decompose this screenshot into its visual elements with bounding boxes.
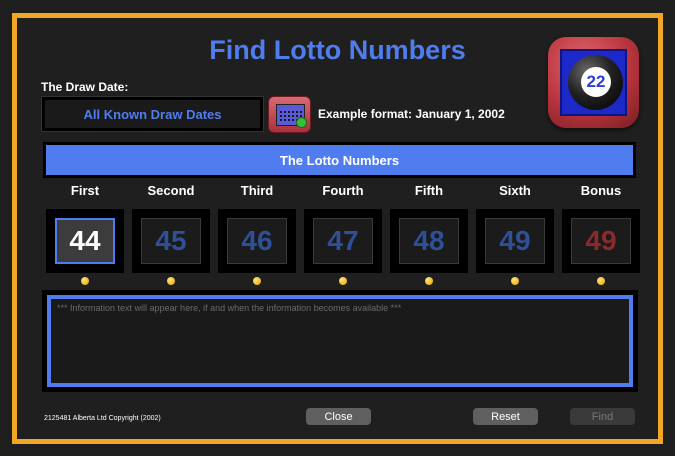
find-button[interactable]: Find	[570, 408, 635, 425]
reset-button[interactable]: Reset	[473, 408, 538, 425]
indicator-dot	[597, 277, 605, 285]
column-label: Second	[147, 183, 195, 198]
number-value: 46	[227, 218, 287, 264]
draw-date-label: The Draw Date:	[41, 80, 129, 94]
number-column-second: Second 45	[132, 183, 210, 285]
number-box[interactable]: 44	[46, 209, 124, 273]
number-value: 44	[55, 218, 115, 264]
indicator-dot	[81, 277, 89, 285]
indicator-dot	[425, 277, 433, 285]
number-value: 45	[141, 218, 201, 264]
calendar-button[interactable]	[268, 96, 311, 133]
lotto-numbers-header: The Lotto Numbers	[43, 142, 636, 178]
number-column-third: Third 46	[218, 183, 296, 285]
copyright-text: 2125481 Alberta Ltd Copyright (2002)	[44, 415, 161, 422]
ball-number: 22	[581, 67, 611, 97]
number-value: 47	[313, 218, 373, 264]
column-label: Fourth	[322, 183, 364, 198]
number-column-fourth: Fourth 47	[304, 183, 382, 285]
indicator-dot	[253, 277, 261, 285]
number-column-first: First 44	[46, 183, 124, 285]
number-box[interactable]: 46	[218, 209, 296, 273]
number-box[interactable]: 45	[132, 209, 210, 273]
example-format-text: Example format: January 1, 2002	[318, 107, 505, 121]
column-label: First	[70, 183, 100, 198]
indicator-dot	[339, 277, 347, 285]
number-box[interactable]: 48	[390, 209, 468, 273]
indicator-dot	[167, 277, 175, 285]
number-column-bonus: Bonus 49	[562, 183, 640, 285]
information-text[interactable]: *** Information text will appear here, i…	[47, 295, 633, 387]
column-label: Third	[240, 183, 274, 198]
column-label: Bonus	[580, 183, 622, 198]
column-label: Sixth	[499, 183, 531, 198]
number-box[interactable]: 49	[476, 209, 554, 273]
number-box[interactable]: 49	[562, 209, 640, 273]
number-value: 48	[399, 218, 459, 264]
calendar-icon	[276, 104, 307, 128]
main-window: Find Lotto Numbers 22 The Draw Date: All…	[12, 13, 663, 444]
indicator-dot	[511, 277, 519, 285]
lotto-ball-icon: 22	[548, 37, 639, 128]
number-value: 49	[571, 218, 631, 264]
number-column-sixth: Sixth 49	[476, 183, 554, 285]
close-button[interactable]: Close	[306, 408, 371, 425]
draw-date-field[interactable]: All Known Draw Dates	[41, 96, 264, 132]
information-panel: *** Information text will appear here, i…	[42, 290, 638, 392]
number-value: 49	[485, 218, 545, 264]
number-box[interactable]: 47	[304, 209, 382, 273]
column-label: Fifth	[414, 183, 444, 198]
number-column-fifth: Fifth 48	[390, 183, 468, 285]
